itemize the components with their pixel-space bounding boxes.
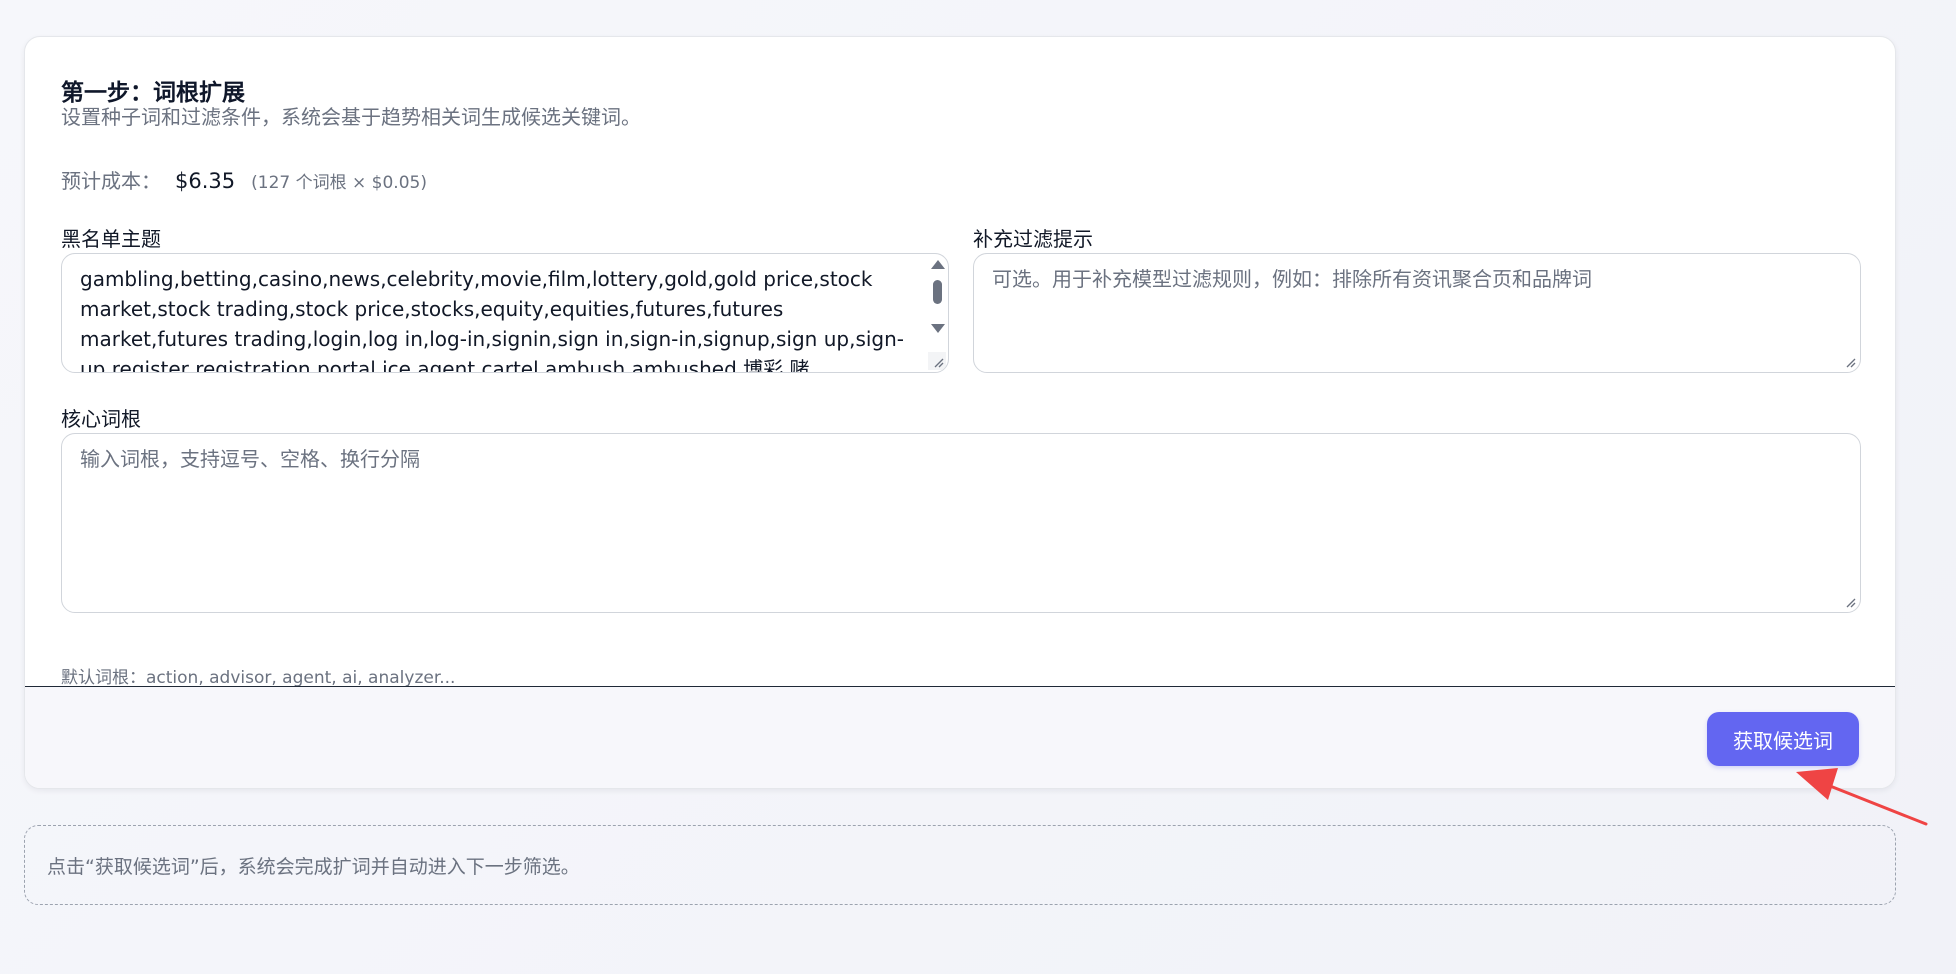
core-roots-textarea[interactable]: 输入词根，支持逗号、空格、换行分隔 — [61, 433, 1861, 613]
blacklist-textarea[interactable]: gambling,betting,casino,news,celebrity,m… — [61, 253, 949, 373]
cost-value: $6.35 — [175, 169, 236, 193]
filter-hint-label: 补充过滤提示 — [973, 227, 1093, 251]
resize-grip-icon[interactable] — [932, 356, 944, 368]
cost-note: (127 个词根 × $0.05) — [251, 173, 427, 193]
resize-grip-icon[interactable] — [1844, 356, 1856, 368]
notice-box: 点击“获取候选词”后，系统会完成扩词并自动进入下一步筛选。 — [24, 825, 1896, 905]
filter-hint-textarea[interactable]: 可选。用于补充模型过滤规则，例如：排除所有资讯聚合页和品牌词 — [973, 253, 1861, 373]
cost-row: 预计成本： $6.35 (127 个词根 × $0.05) — [61, 165, 427, 194]
default-roots-hint: 默认词根：action, advisor, agent, ai, analyze… — [61, 668, 456, 688]
scroll-down-icon[interactable] — [931, 324, 945, 333]
blacklist-scrollbar[interactable] — [928, 256, 946, 346]
card-footer: 获取候选词 — [25, 686, 1895, 788]
cost-label: 预计成本： — [61, 169, 161, 193]
filter-hint-placeholder: 可选。用于补充模型过滤规则，例如：排除所有资讯聚合页和品牌词 — [992, 267, 1592, 291]
scroll-up-icon[interactable] — [931, 260, 945, 269]
scroll-thumb[interactable] — [933, 280, 942, 304]
step-description: 设置种子词和过滤条件，系统会基于趋势相关词生成候选关键词。 — [61, 105, 641, 129]
core-roots-placeholder: 输入词根，支持逗号、空格、换行分隔 — [80, 447, 420, 471]
step-card-body: 第一步：词根扩展 设置种子词和过滤条件，系统会基于趋势相关词生成候选关键词。 预… — [25, 37, 1895, 688]
resize-grip-icon[interactable] — [1844, 596, 1856, 608]
blacklist-text: gambling,betting,casino,news,celebrity,m… — [80, 267, 905, 373]
get-candidates-button[interactable]: 获取候选词 — [1707, 712, 1859, 766]
core-roots-label: 核心词根 — [61, 407, 141, 431]
blacklist-label: 黑名单主题 — [61, 227, 161, 251]
step-card: 第一步：词根扩展 设置种子词和过滤条件，系统会基于趋势相关词生成候选关键词。 预… — [24, 36, 1896, 789]
notice-text: 点击“获取候选词”后，系统会完成扩词并自动进入下一步筛选。 — [47, 855, 580, 878]
